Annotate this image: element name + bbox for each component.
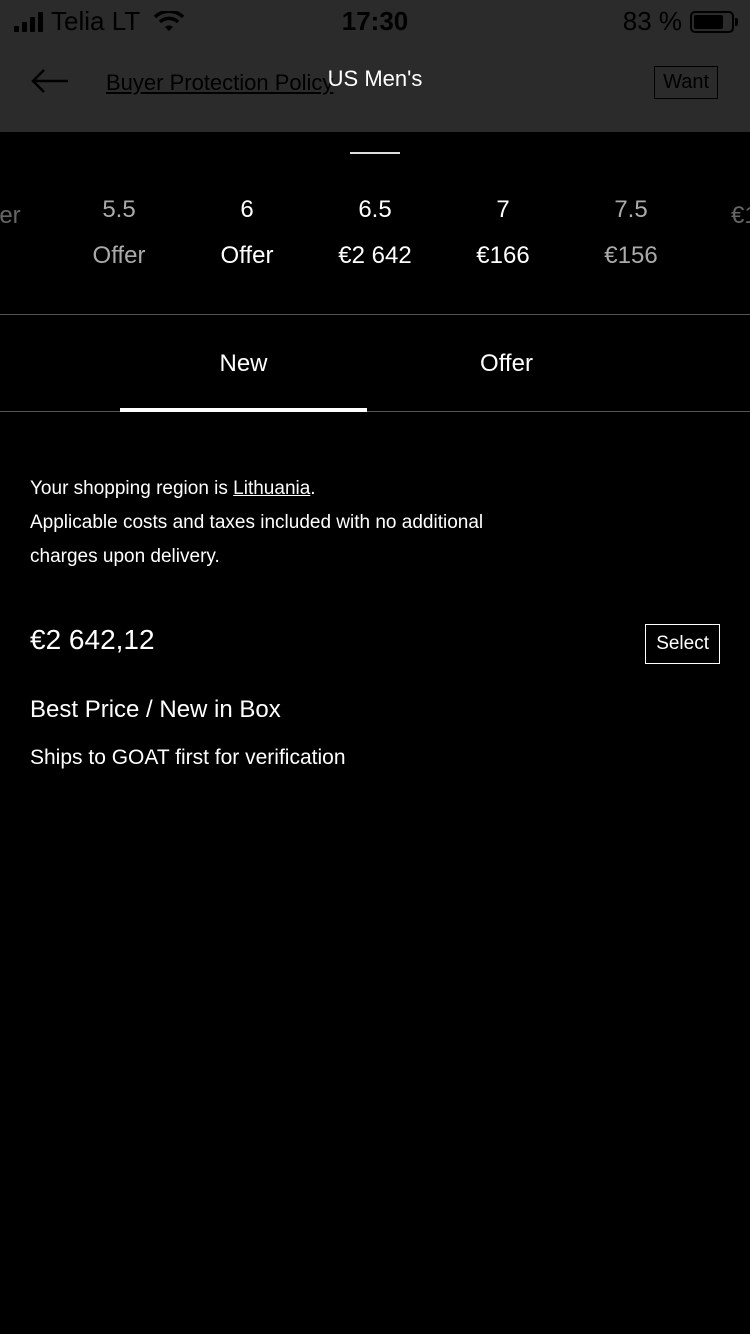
listing-price: €2 642,12 <box>30 624 155 655</box>
size-option[interactable]: €1 <box>699 190 750 242</box>
size-option-6[interactable]: 6 Offer <box>187 190 307 282</box>
costs-notice: Applicable costs and taxes included with… <box>30 512 484 567</box>
tab-new[interactable]: New <box>120 316 367 412</box>
size-number: 7.5 <box>614 196 648 223</box>
listing-row: €2 642,12 Select <box>30 624 720 666</box>
size-price: €156 <box>604 242 658 269</box>
size-number: 7 <box>496 196 510 223</box>
want-button[interactable]: Want <box>654 66 718 99</box>
battery-icon <box>690 10 738 33</box>
status-right: 83 % <box>622 6 738 37</box>
region-notice: Your shopping region is Lithuania. Appli… <box>30 472 550 574</box>
shipping-note: Ships to GOAT first for verification <box>30 746 346 769</box>
region-suffix: . <box>310 478 316 499</box>
divider <box>0 411 750 412</box>
size-price: Offer <box>92 242 146 269</box>
size-option-7[interactable]: 7 €166 <box>443 190 563 282</box>
size-price: Offer <box>220 242 274 269</box>
divider <box>0 314 750 315</box>
nav-bar: Buyer Protection Policy US Men's Want <box>0 40 750 132</box>
size-number: 6 <box>240 196 254 223</box>
size-carousel[interactable]: er 5.5 Offer 6 Offer 6.5 €2 642 7 €166 7… <box>0 190 750 280</box>
select-button[interactable]: Select <box>645 624 720 664</box>
region-prefix: Your shopping region is <box>30 478 234 499</box>
region-link[interactable]: Lithuania <box>233 478 310 499</box>
sheet-grabber-handle[interactable] <box>350 152 400 154</box>
size-price: €166 <box>476 242 530 269</box>
tab-offer[interactable]: Offer <box>383 316 630 412</box>
size-price: €2 642 <box>338 242 412 269</box>
size-number: 5.5 <box>102 196 136 223</box>
sheet-title: US Men's <box>327 66 423 91</box>
battery-percent: 83 % <box>622 6 682 36</box>
size-option-7-5[interactable]: 7.5 €156 <box>571 190 691 282</box>
active-tab-indicator <box>120 408 367 412</box>
condition-tabs: New Offer <box>0 316 750 412</box>
status-bar: Telia LT 17:30 83 % <box>0 0 750 40</box>
size-option-5-5[interactable]: 5.5 Offer <box>59 190 179 282</box>
size-option-6-5[interactable]: 6.5 €2 642 <box>315 190 435 282</box>
listing-condition: Best Price / New in Box <box>30 696 281 723</box>
size-number: 6.5 <box>358 196 392 223</box>
